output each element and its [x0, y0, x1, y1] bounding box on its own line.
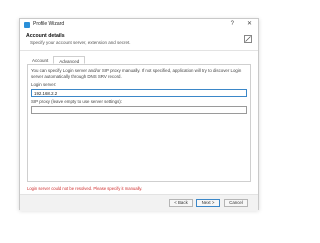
- error-message: Login server could not be resolved. Plea…: [27, 186, 143, 191]
- next-button[interactable]: Next >: [196, 199, 220, 207]
- help-button[interactable]: ?: [231, 20, 234, 28]
- back-button[interactable]: < Back: [169, 199, 193, 207]
- tab-advanced[interactable]: Advanced: [53, 56, 86, 64]
- cancel-button[interactable]: Cancel: [224, 199, 248, 207]
- login-server-label: Login server:: [31, 82, 57, 87]
- page-settings-icon: [244, 35, 252, 43]
- wizard-header: Account details Specify your account ser…: [20, 31, 258, 49]
- advanced-panel: You can specify Login server and/or SIP …: [27, 64, 251, 182]
- tab-account[interactable]: Account: [27, 56, 53, 64]
- header-divider: [20, 50, 258, 51]
- page-subtitle: Specify your account server, extension a…: [30, 40, 131, 45]
- sip-proxy-input[interactable]: [31, 106, 247, 114]
- app-icon: [24, 22, 30, 28]
- page-title: Account details: [26, 33, 65, 39]
- close-button[interactable]: ✕: [247, 20, 252, 28]
- sip-proxy-label: SIP proxy (leave empty to use server set…: [31, 99, 122, 104]
- wizard-footer: < Back Next > Cancel: [20, 194, 258, 211]
- title-bar: Profile Wizard ? ✕: [20, 19, 258, 31]
- profile-wizard-window: Profile Wizard ? ✕ Account details Speci…: [19, 18, 259, 211]
- window-title: Profile Wizard: [33, 21, 65, 27]
- login-server-input[interactable]: [31, 89, 247, 97]
- advanced-description: You can specify Login server and/or SIP …: [31, 68, 242, 79]
